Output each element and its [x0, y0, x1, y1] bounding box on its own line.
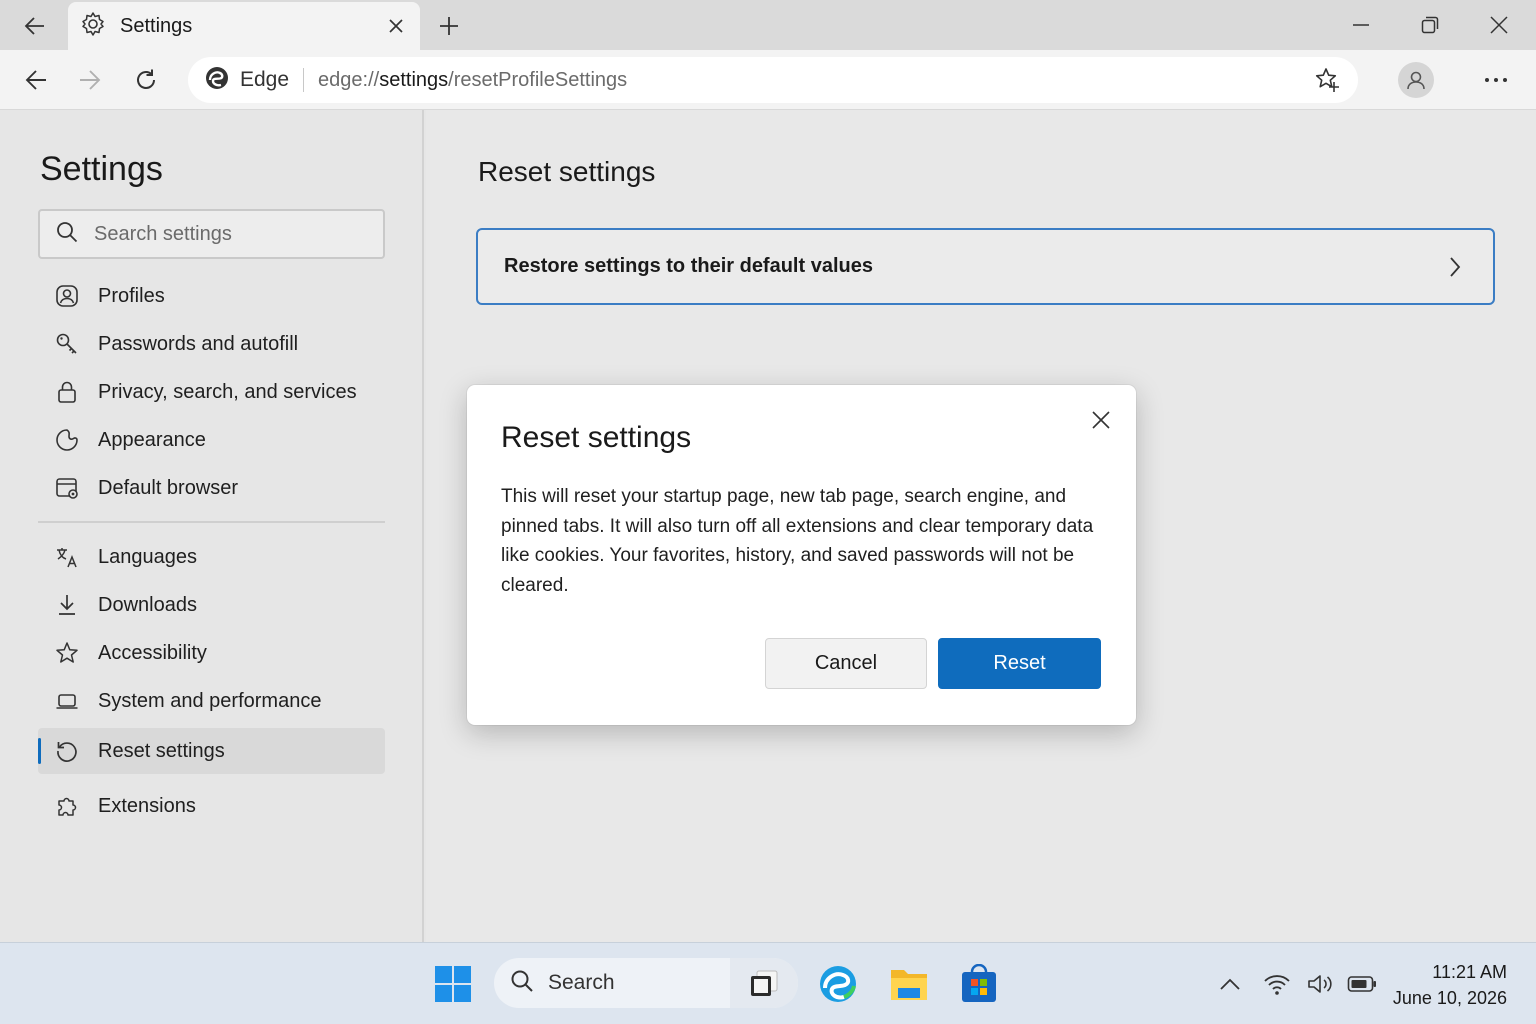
sidebar-item-extensions[interactable]: Extensions: [38, 783, 385, 829]
task-view-icon[interactable]: [730, 958, 798, 1008]
default-browser-icon: [54, 475, 80, 501]
url-path: /resetProfileSettings: [448, 68, 628, 91]
appearance-icon: [54, 427, 80, 453]
sidebar-item-reset-settings[interactable]: Reset settings: [38, 728, 385, 774]
sidebar-item-label: Passwords and autofill: [98, 332, 299, 355]
sidebar-divider: [38, 521, 385, 523]
sidebar-item-label: Profiles: [98, 284, 165, 307]
tab-actions-back-icon[interactable]: [14, 10, 54, 42]
sidebar-item-profiles[interactable]: Profiles: [38, 273, 385, 319]
sidebar-item-label: Extensions: [98, 794, 196, 817]
forward-button[interactable]: [72, 62, 108, 98]
close-tab-icon[interactable]: [384, 14, 408, 38]
sidebar-item-default-browser[interactable]: Default browser: [38, 465, 385, 511]
address-bar[interactable]: Edge edge://settings/resetProfileSetting…: [188, 57, 1358, 103]
sidebar-item-label: Accessibility: [98, 641, 207, 664]
sidebar-item-languages[interactable]: Languages: [38, 534, 385, 580]
puzzle-icon: [54, 793, 80, 819]
reset-button[interactable]: Reset: [938, 638, 1101, 689]
sidebar-item-label: Languages: [98, 545, 197, 568]
url-host: settings: [379, 68, 449, 91]
clock-date: June 10, 2026: [1392, 988, 1507, 1008]
sidebar-item-label: Appearance: [98, 428, 206, 451]
sidebar-item-passwords[interactable]: Passwords and autofill: [38, 321, 385, 367]
edge-taskbar-icon[interactable]: [818, 964, 858, 1004]
minimize-button[interactable]: [1341, 8, 1381, 42]
sidebar-item-label: System and performance: [98, 689, 322, 712]
accessibility-icon: [54, 640, 80, 666]
sidebar-item-downloads[interactable]: Downloads: [38, 582, 385, 628]
settings-sidebar: Settings Search settings Profiles Passwo…: [0, 110, 424, 942]
battery-icon[interactable]: [1347, 969, 1377, 999]
dialog-body: This will reset your startup page, new t…: [501, 486, 1094, 596]
sidebar-item-privacy[interactable]: Privacy, search, and services: [38, 369, 385, 415]
chevron-up-icon[interactable]: [1215, 969, 1245, 999]
search-placeholder: Search settings: [94, 222, 232, 245]
windows-start-icon[interactable]: [434, 965, 472, 1003]
taskbar-search-label: Search: [548, 971, 615, 994]
address-separator: [303, 68, 305, 92]
sidebar-item-label: Privacy, search, and services: [98, 380, 357, 403]
lock-icon: [54, 379, 80, 405]
restore-defaults-card[interactable]: Restore settings to their default values: [476, 228, 1495, 305]
wifi-icon[interactable]: [1262, 969, 1292, 999]
download-icon: [54, 592, 80, 618]
sidebar-item-label: Default browser: [98, 476, 239, 499]
title-bar: Settings: [0, 0, 1536, 50]
more-menu-icon[interactable]: [1478, 62, 1514, 98]
volume-icon[interactable]: [1305, 969, 1335, 999]
favorite-star-icon[interactable]: [1312, 64, 1344, 96]
profile-avatar[interactable]: [1398, 62, 1434, 98]
edge-logo-icon: [204, 65, 230, 96]
url-text: edge://settings/resetProfileSettings: [318, 69, 627, 92]
reset-settings-dialog: Reset settings This will reset your star…: [467, 385, 1136, 725]
refresh-button[interactable]: [128, 62, 164, 98]
close-dialog-icon[interactable]: [1086, 405, 1116, 435]
new-tab-button[interactable]: [432, 10, 466, 42]
navigation-bar: Edge edge://settings/resetProfileSetting…: [0, 50, 1536, 110]
languages-icon: [54, 544, 80, 570]
tab-title: Settings: [120, 14, 193, 37]
sidebar-item-appearance[interactable]: Appearance: [38, 417, 385, 463]
microsoft-store-icon[interactable]: [959, 964, 999, 1004]
edge-brand-label: Edge: [240, 68, 290, 91]
restore-button[interactable]: [1410, 8, 1450, 42]
sidebar-item-accessibility[interactable]: Accessibility: [38, 630, 385, 676]
url-prefix: edge://: [318, 68, 380, 91]
clock-time: 11:21 AM: [1432, 962, 1507, 982]
profile-icon: [54, 283, 80, 309]
laptop-icon: [54, 688, 80, 714]
sidebar-item-label: Downloads: [98, 593, 197, 616]
gear-icon: [80, 11, 106, 42]
restore-defaults-label: Restore settings to their default values: [504, 255, 873, 277]
cancel-button[interactable]: Cancel: [765, 638, 927, 689]
sidebar-item-label: Reset settings: [98, 739, 225, 762]
back-button[interactable]: [18, 62, 54, 98]
chevron-right-icon: [1443, 254, 1467, 280]
file-explorer-icon[interactable]: [889, 964, 929, 1004]
browser-tab[interactable]: Settings: [68, 2, 420, 50]
search-settings-input[interactable]: Search settings: [38, 209, 385, 259]
page-title: Reset settings: [478, 156, 656, 187]
system-clock[interactable]: 11:21 AM June 10, 2026: [1393, 959, 1507, 1011]
search-icon: [56, 221, 78, 248]
search-icon: [510, 969, 534, 998]
close-window-button[interactable]: [1479, 8, 1519, 42]
key-icon: [54, 331, 80, 357]
dialog-title: Reset settings: [501, 421, 692, 454]
reset-icon: [54, 738, 80, 764]
sidebar-item-system[interactable]: System and performance: [38, 678, 385, 724]
taskbar-search[interactable]: Search: [494, 958, 798, 1008]
sidebar-title: Settings: [40, 150, 163, 188]
taskbar: Search 11:21 AM June 10, 2026: [0, 942, 1536, 1024]
